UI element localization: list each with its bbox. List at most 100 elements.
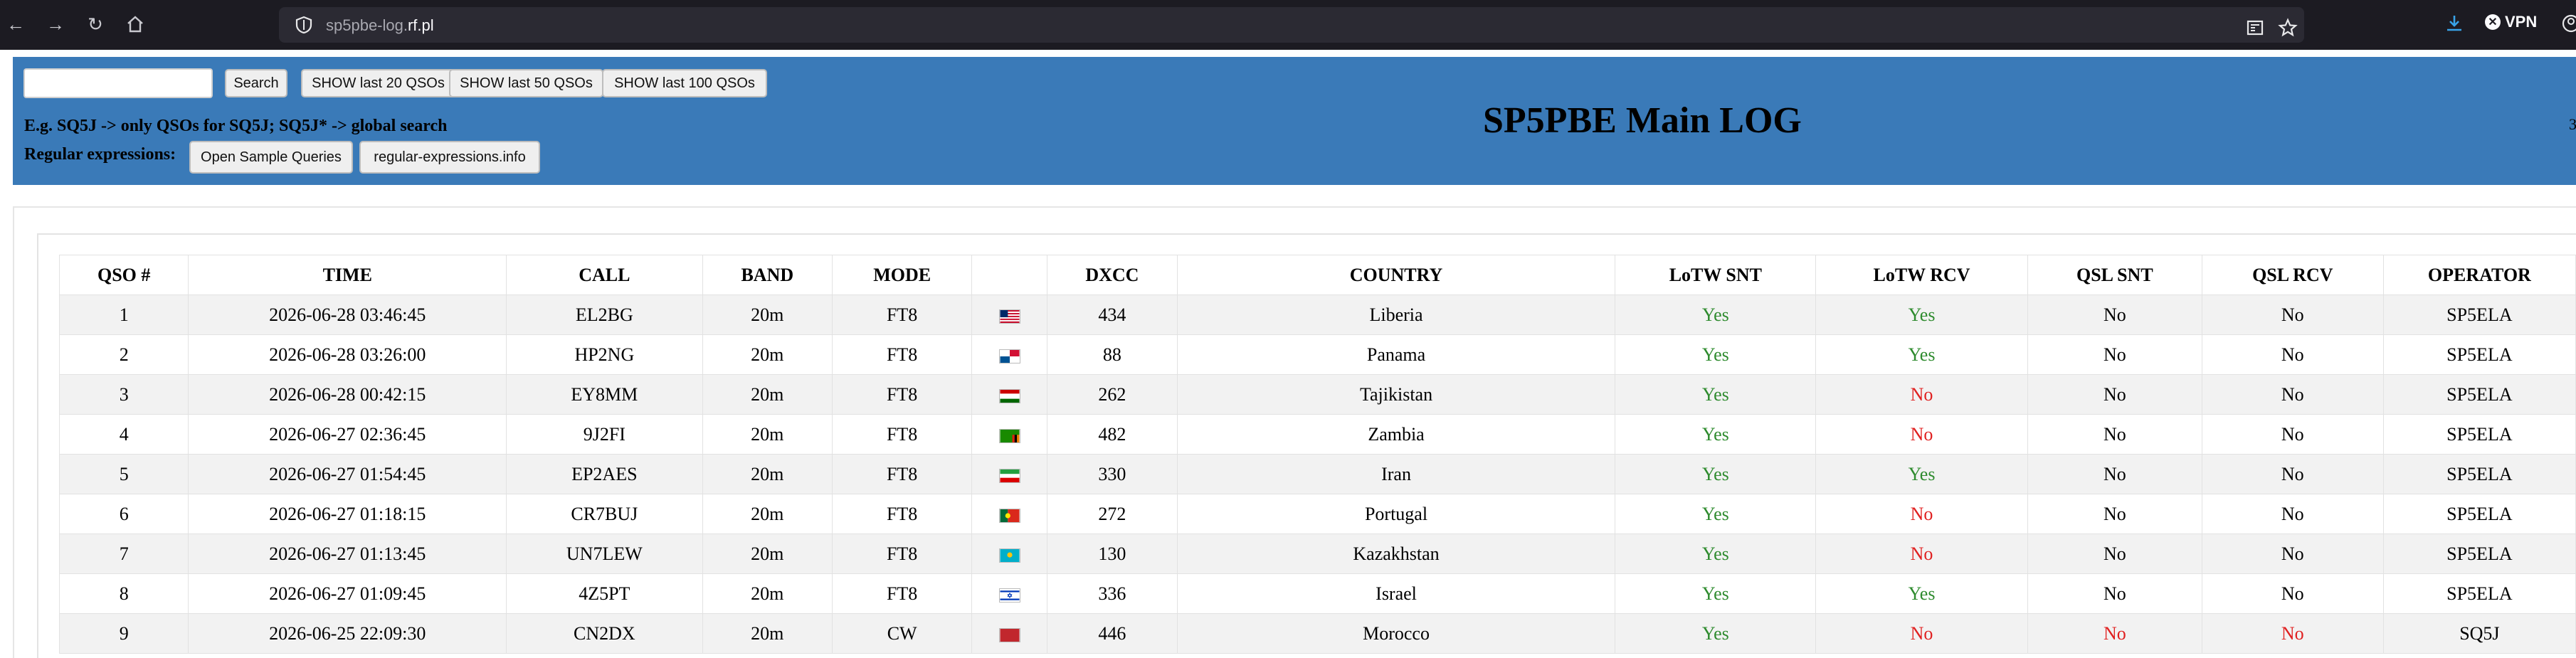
cell-qsl-snt: No [2027, 334, 2202, 375]
flag-israel-icon [998, 588, 1020, 603]
flag-liberia-icon [998, 309, 1020, 324]
shield-icon[interactable] [295, 16, 313, 34]
column-header-country: COUNTRY [1176, 255, 1616, 295]
cell-lotw-snt: Yes [1615, 494, 1817, 534]
column-header-qsl-snt: QSL SNT [2027, 255, 2202, 295]
cell-band: 20m [702, 334, 833, 375]
cell-call: UN7LEW [506, 534, 703, 574]
cell-lotw-rcv: No [1815, 494, 2028, 534]
cell-country: Iran [1176, 454, 1616, 494]
back-icon[interactable]: ← [1, 10, 30, 38]
column-header-operator: OPERATOR [2382, 255, 2576, 295]
cell-dxcc: 262 [1047, 374, 1178, 415]
show-last-50-button[interactable]: SHOW last 50 QSOs [449, 69, 603, 97]
cell-lotw-rcv: Yes [1815, 454, 2028, 494]
address-bar[interactable]: sp5pbe-log.rf.pl [279, 7, 2304, 43]
account-icon[interactable] [2560, 13, 2576, 34]
column-header-dxcc: DXCC [1047, 255, 1178, 295]
cell-lotw-rcv: Yes [1815, 573, 2028, 614]
cell-qsl-snt: No [2027, 494, 2202, 534]
cell-qso-number: 5 [58, 454, 189, 494]
cell-qsl-rcv: No [2201, 374, 2384, 415]
qso-log-table: QSO # TIME CALL BAND MODE DXCC COUNTRY LoTW SNT… [58, 255, 2576, 654]
cell-lotw-rcv: No [1815, 613, 2028, 654]
cell-time: 2026-06-28 03:26:00 [188, 334, 507, 375]
cell-qsl-rcv: No [2201, 414, 2384, 455]
table-row: 7 2026-06-27 01:13:45 UN7LEW 20m FT8 130 Kazak… [58, 534, 2576, 574]
cell-time: 2026-06-27 01:18:15 [188, 494, 507, 534]
browser-toolbar: ← → ↻ sp5pbe-log.rf.pl ✕ VPN [0, 0, 2576, 50]
cell-qsl-rcv: No [2201, 294, 2384, 335]
flag-portugal-icon [998, 508, 1020, 523]
cell-operator: SQ5J [2382, 613, 2576, 654]
cell-time: 2026-06-25 22:09:30 [188, 613, 507, 654]
show-last-20-button[interactable]: SHOW last 20 QSOs [301, 69, 455, 97]
cell-qso-number: 6 [58, 494, 189, 534]
cell-call: EY8MM [506, 374, 703, 415]
regex-label: Regular expressions: [24, 145, 176, 164]
cell-lotw-rcv: Yes [1815, 334, 2028, 375]
cell-qsl-rcv: No [2201, 613, 2384, 654]
page-title: SP5PBE Main LOG [1483, 100, 1802, 141]
reload-icon[interactable]: ↻ [81, 10, 110, 38]
cell-dxcc: 482 [1047, 414, 1178, 455]
cell-band: 20m [702, 613, 833, 654]
cell-lotw-snt: Yes [1615, 613, 1817, 654]
cut-off-text: 3 [2569, 115, 2576, 133]
cell-qsl-rcv: No [2201, 534, 2384, 574]
column-header-call: CALL [506, 255, 703, 295]
cell-band: 20m [702, 454, 833, 494]
cell-qso-number: 1 [58, 294, 189, 335]
open-sample-queries-button[interactable]: Open Sample Queries [189, 141, 353, 174]
cell-call: EL2BG [506, 294, 703, 335]
cell-qso-number: 8 [58, 573, 189, 614]
cell-flag [971, 613, 1048, 654]
cell-time: 2026-06-27 01:13:45 [188, 534, 507, 574]
cell-flag [971, 534, 1048, 574]
cell-lotw-snt: Yes [1615, 414, 1817, 455]
flag-kazakhstan-icon [998, 548, 1020, 563]
table-row: 3 2026-06-28 00:42:15 EY8MM 20m FT8 262 Tajiki… [58, 374, 2576, 415]
search-button[interactable]: Search [225, 69, 287, 97]
column-header-lotw-snt: LoTW SNT [1615, 255, 1817, 295]
regex-info-button[interactable]: regular-expressions.info [359, 141, 540, 174]
cell-operator: SP5ELA [2382, 414, 2576, 455]
cell-flag [971, 494, 1048, 534]
cell-qso-number: 4 [58, 414, 189, 455]
bookmark-star-icon[interactable] [2277, 17, 2298, 38]
cell-lotw-rcv: No [1815, 374, 2028, 415]
downloads-icon[interactable] [2444, 13, 2465, 34]
column-header-time: TIME [188, 255, 507, 295]
column-header-qso-number: QSO # [58, 255, 189, 295]
cell-lotw-rcv: No [1815, 534, 2028, 574]
url-text[interactable]: sp5pbe-log.rf.pl [326, 16, 434, 35]
search-input[interactable] [23, 68, 213, 98]
forward-icon[interactable]: → [41, 10, 70, 38]
log-header: Search SHOW last 20 QSOs SHOW last 50 QS… [13, 57, 2576, 185]
table-header-row: QSO # TIME CALL BAND MODE DXCC COUNTRY LoTW SNT… [58, 255, 2576, 295]
cell-qsl-snt: No [2027, 613, 2202, 654]
cell-dxcc: 130 [1047, 534, 1178, 574]
home-icon[interactable] [121, 10, 149, 38]
cell-mode: FT8 [831, 374, 973, 415]
cell-qsl-snt: No [2027, 294, 2202, 335]
cell-dxcc: 434 [1047, 294, 1178, 335]
reader-view-icon[interactable] [2244, 17, 2266, 38]
cell-dxcc: 272 [1047, 494, 1178, 534]
cell-time: 2026-06-27 02:36:45 [188, 414, 507, 455]
cell-qsl-snt: No [2027, 534, 2202, 574]
show-last-100-button[interactable]: SHOW last 100 QSOs [602, 69, 767, 97]
table-row: 2 2026-06-28 03:26:00 HP2NG 20m FT8 88 Panama Y… [58, 334, 2576, 375]
cell-mode: CW [831, 613, 973, 654]
cell-qso-number: 9 [58, 613, 189, 654]
cell-lotw-snt: Yes [1615, 334, 1817, 375]
cell-call: CR7BUJ [506, 494, 703, 534]
table-row: 4 2026-06-27 02:36:45 9J2FI 20m FT8 482 Zambia… [58, 414, 2576, 455]
cell-qsl-rcv: No [2201, 573, 2384, 614]
cell-dxcc: 336 [1047, 573, 1178, 614]
cell-mode: FT8 [831, 573, 973, 614]
cell-country: Israel [1176, 573, 1616, 614]
cell-dxcc: 88 [1047, 334, 1178, 375]
vpn-button[interactable]: ✕ VPN [2485, 13, 2537, 31]
cell-call: HP2NG [506, 334, 703, 375]
